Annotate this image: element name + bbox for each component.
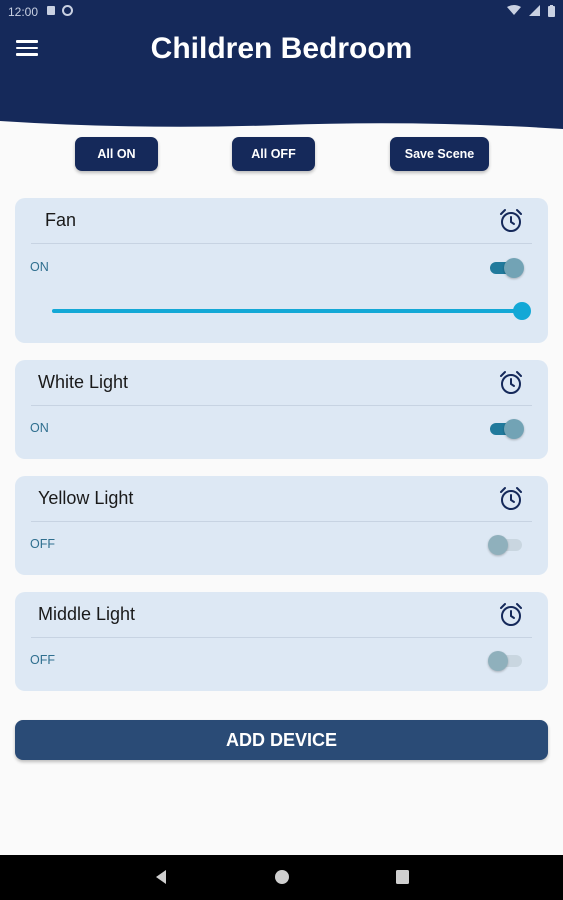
sync-icon — [62, 5, 74, 19]
recents-icon[interactable] — [395, 869, 410, 890]
home-icon[interactable] — [274, 869, 290, 890]
sim-icon — [46, 5, 56, 19]
device-state: ON — [30, 421, 49, 435]
alarm-clock-icon[interactable] — [498, 370, 524, 396]
device-card-fan: Fan ON — [15, 198, 548, 343]
status-time: 12:00 — [8, 5, 39, 19]
page-title: Children Bedroom — [150, 32, 413, 65]
divider — [31, 243, 532, 244]
alarm-clock-icon[interactable] — [498, 208, 524, 234]
add-device-button[interactable]: ADD DEVICE — [15, 720, 548, 760]
all-on-button[interactable]: All ON — [75, 137, 158, 171]
app-header: Children Bedroom — [0, 24, 563, 134]
alarm-clock-icon[interactable] — [498, 602, 524, 628]
system-nav-bar — [0, 855, 563, 900]
scene-actions: All ON All OFF Save Scene — [0, 137, 563, 171]
save-scene-button[interactable]: Save Scene — [390, 137, 489, 171]
battery-icon — [548, 4, 555, 20]
all-off-button[interactable]: All OFF — [232, 137, 315, 171]
signal-icon — [529, 5, 540, 19]
device-state: ON — [30, 260, 49, 274]
device-card-yellow-light: Yellow Light OFF — [15, 476, 548, 575]
wifi-icon — [507, 5, 521, 19]
power-toggle[interactable] — [488, 256, 524, 278]
device-name: Yellow Light — [38, 488, 134, 508]
slider-handle[interactable] — [513, 302, 531, 320]
divider — [31, 405, 532, 406]
power-toggle[interactable] — [488, 533, 524, 555]
device-card-middle-light: Middle Light OFF — [15, 592, 548, 691]
header-wave — [0, 121, 563, 134]
device-name: White Light — [38, 372, 129, 392]
device-state: OFF — [30, 537, 55, 551]
power-toggle[interactable] — [488, 417, 524, 439]
divider — [31, 637, 532, 638]
alarm-clock-icon[interactable] — [498, 486, 524, 512]
power-toggle[interactable] — [488, 649, 524, 671]
device-state: OFF — [30, 653, 55, 667]
speed-slider[interactable] — [52, 301, 531, 321]
back-icon[interactable] — [154, 869, 168, 890]
device-card-white-light: White Light ON — [15, 360, 548, 459]
device-name: Middle Light — [38, 604, 136, 624]
device-name: Fan — [45, 210, 77, 230]
divider — [31, 521, 532, 522]
status-bar: 12:00 — [0, 0, 563, 24]
